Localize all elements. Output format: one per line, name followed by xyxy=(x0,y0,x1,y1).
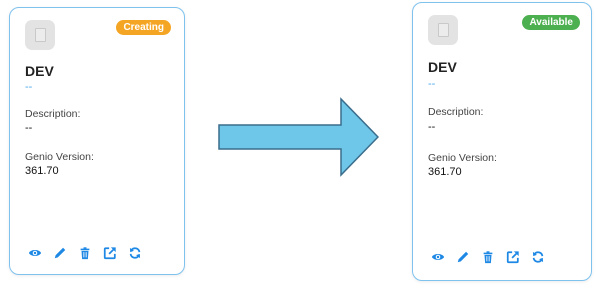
description-label: Description: xyxy=(25,108,81,120)
description-value: -- xyxy=(25,122,33,134)
description-label: Description: xyxy=(428,106,484,118)
pencil-icon[interactable] xyxy=(456,250,470,264)
trash-icon[interactable] xyxy=(78,246,92,260)
card-actions xyxy=(28,246,142,260)
pencil-icon[interactable] xyxy=(53,246,67,260)
instance-logo-placeholder xyxy=(25,20,55,50)
instance-name: DEV xyxy=(25,63,54,79)
instance-name: DEV xyxy=(428,59,457,75)
instance-card-creating: Creating DEV -- Description: -- Genio Ve… xyxy=(9,7,185,275)
external-link-icon[interactable] xyxy=(103,246,117,260)
eye-icon[interactable] xyxy=(28,246,42,260)
refresh-icon[interactable] xyxy=(531,250,545,264)
description-value: -- xyxy=(428,121,436,133)
genio-version-value: 361.70 xyxy=(428,166,462,178)
status-badge-available: Available xyxy=(522,15,580,30)
refresh-icon[interactable] xyxy=(128,246,142,260)
instance-subtitle: -- xyxy=(428,78,436,90)
eye-icon[interactable] xyxy=(431,250,445,264)
trash-icon[interactable] xyxy=(481,250,495,264)
genio-version-label: Genio Version: xyxy=(25,151,94,163)
instance-logo-placeholder xyxy=(428,15,458,45)
card-actions xyxy=(431,250,545,264)
genio-version-value: 361.70 xyxy=(25,165,59,177)
status-badge-creating: Creating xyxy=(116,20,171,35)
instance-subtitle: -- xyxy=(25,81,33,93)
instance-card-available: Available DEV -- Description: -- Genio V… xyxy=(412,2,592,281)
genio-version-label: Genio Version: xyxy=(428,152,497,164)
transition-arrow xyxy=(218,97,379,177)
external-link-icon[interactable] xyxy=(506,250,520,264)
